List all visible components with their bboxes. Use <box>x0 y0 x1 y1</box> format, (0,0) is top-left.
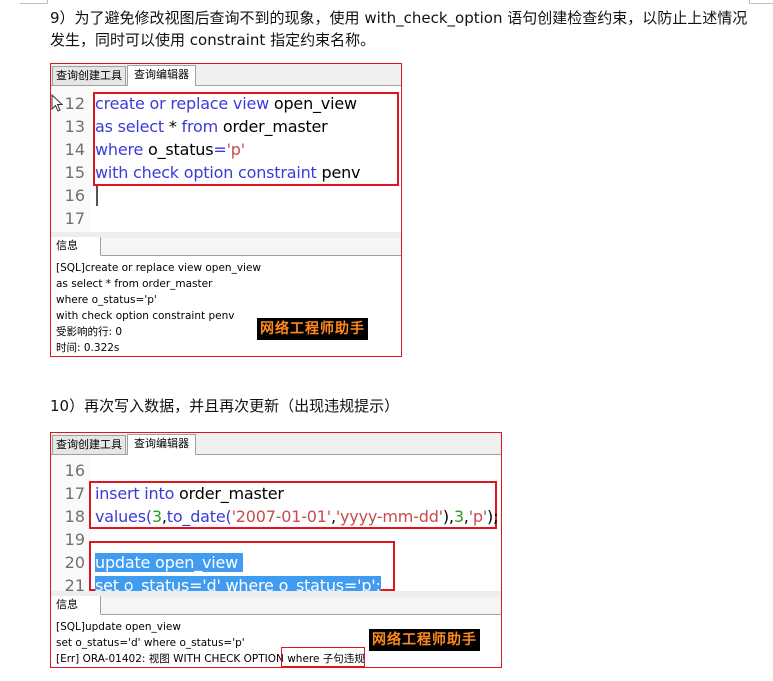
code-token-str: '2007-01-01' <box>231 507 332 526</box>
code-text: insert into order_master <box>95 482 284 505</box>
tab-info[interactable]: 信息 <box>51 237 101 256</box>
code-line[interactable]: 16 <box>51 184 401 207</box>
info-panel: 信息 [SQL]create or replace view open_view… <box>51 232 401 356</box>
code-token-kw: as select <box>95 117 169 136</box>
code-token-kw: = <box>213 140 227 159</box>
navicat-screenshot-create-view: 查询创建工具 查询编辑器 12 create or replace view op… <box>50 63 402 357</box>
code-token-kw: create or replace view <box>95 94 274 113</box>
line-number: 18 <box>64 507 85 526</box>
code-token-kw: from <box>181 117 223 136</box>
code-token-kw: insert into <box>95 484 180 503</box>
line-number: 17 <box>64 484 85 503</box>
code-token-id: order_master <box>222 117 328 136</box>
line-number: 12 <box>64 94 85 113</box>
code-token-id: ); <box>487 507 499 526</box>
line-number: 13 <box>64 117 85 136</box>
code-token-sel: update open_view <box>95 553 243 572</box>
line-number: 17 <box>64 209 85 228</box>
line-number: 16 <box>64 461 85 480</box>
code-token-id: open_view <box>273 94 357 113</box>
line-number: 16 <box>64 186 85 205</box>
editor-tabbar: 查询创建工具 查询编辑器 <box>51 64 401 86</box>
code-text: as select * from order_master <box>95 115 328 138</box>
code-token-id: order_master <box>179 484 284 503</box>
tab-query-editor[interactable]: 查询编辑器 <box>127 434 196 455</box>
info-line: [SQL]create or replace view open_view <box>56 262 262 274</box>
code-text: create or replace view open_view <box>95 92 357 115</box>
line-number: 20 <box>64 553 85 572</box>
code-text: values(3,to_date('2007-01-01','yyyy-mm-d… <box>95 505 498 528</box>
code-line[interactable]: 18 values(3,to_date('2007-01-01','yyyy-mm… <box>51 505 501 528</box>
watermark-label: 网络工程师助手 <box>369 629 480 651</box>
code-line[interactable]: 17 <box>51 207 401 230</box>
page-corner-mark-right <box>749 0 773 4</box>
line-number: 15 <box>64 163 85 182</box>
code-line[interactable]: 15 with check option constraint penv <box>51 161 401 184</box>
info-panel: 信息 [SQL]update open_view set o_status='d'… <box>51 591 501 667</box>
code-line[interactable]: 20 update open_view <box>51 551 501 574</box>
paragraph-step-10: 10）再次写入数据，并且再次更新（出现违规提示） <box>50 397 400 415</box>
line-number: 14 <box>64 140 85 159</box>
paragraph-step-9: 9）为了避免修改视图后查询不到的现象，使用 with_check_option … <box>50 9 748 49</box>
code-token-num: 3 <box>151 507 162 526</box>
info-line: 时间: 0.322s <box>56 342 120 354</box>
code-line[interactable]: 17 insert into order_master <box>51 482 501 505</box>
code-token-str: 'p' <box>226 140 246 159</box>
code-token-str: 'p' <box>468 507 488 526</box>
code-text: update open_view <box>95 551 243 574</box>
code-line[interactable]: 13 as select * from order_master <box>51 115 401 138</box>
info-line: as select * from order_master <box>56 278 213 290</box>
tab-query-builder[interactable]: 查询创建工具 <box>52 66 126 85</box>
navicat-screenshot-update-violation: 查询创建工具 查询编辑器 16 17 insert into order_maste… <box>50 432 502 668</box>
code-token-kw: where <box>95 140 149 159</box>
info-line: where o_status='p' <box>56 294 157 306</box>
code-text: where o_status='p' <box>95 138 245 161</box>
code-token-str: 'yyyy-mm-dd' <box>335 507 443 526</box>
sql-editor[interactable]: 12 create or replace view open_view 13 as s… <box>51 86 401 234</box>
tab-query-editor[interactable]: 查询编辑器 <box>127 65 196 86</box>
info-line: [Err] ORA-01402: 视图 WITH CHECK OPTION wh… <box>56 653 365 665</box>
code-line[interactable]: 14 where o_status='p' <box>51 138 401 161</box>
watermark-label: 网络工程师助手 <box>257 318 368 340</box>
info-tabbar: 信息 <box>51 591 501 615</box>
info-output: [SQL]create or replace view open_viewas … <box>51 256 401 356</box>
code-token-kw: with check option constraint <box>95 163 322 182</box>
code-token-id: ), <box>442 507 454 526</box>
highlight-box-error <box>281 647 365 667</box>
editor-tabbar: 查询创建工具 查询编辑器 <box>51 433 501 455</box>
sql-editor[interactable]: 16 17 insert into order_master 18 values(3,t… <box>51 455 501 595</box>
code-token-kw: values( <box>95 507 152 526</box>
code-line[interactable]: 12 create or replace view open_view <box>51 92 401 115</box>
tab-query-builder[interactable]: 查询创建工具 <box>52 435 126 454</box>
info-tabbar: 信息 <box>51 232 401 256</box>
code-token-num: 3 <box>453 507 464 526</box>
page-corner-mark-left <box>20 0 48 4</box>
code-token-id: penv <box>321 163 361 182</box>
line-number: 19 <box>64 530 85 549</box>
code-token-id: o_status <box>148 140 214 159</box>
code-line[interactable]: 19 <box>51 528 501 551</box>
code-token-id: * <box>168 117 182 136</box>
tab-info[interactable]: 信息 <box>51 596 101 615</box>
code-text: with check option constraint penv <box>95 161 361 184</box>
code-line[interactable]: 16 <box>51 459 501 482</box>
code-token-kw: to_date( <box>166 507 232 526</box>
